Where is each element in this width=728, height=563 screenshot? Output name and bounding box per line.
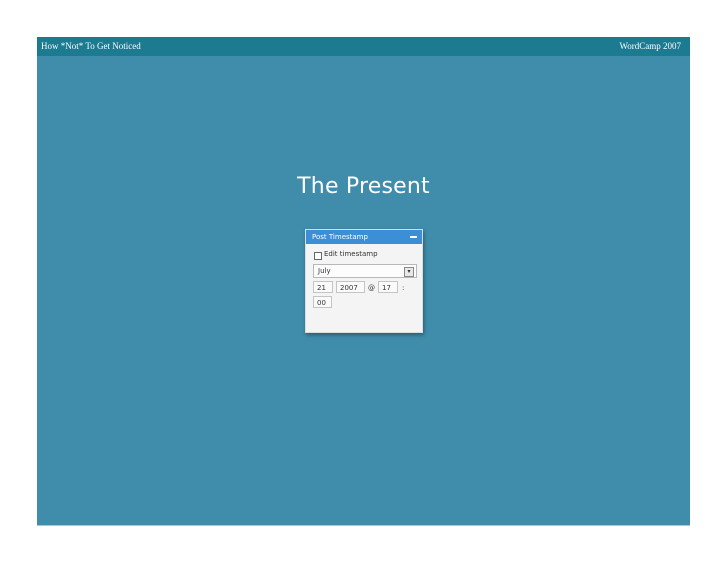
- event-name: WordCamp 2007: [619, 41, 681, 51]
- colon-separator: :: [402, 284, 405, 292]
- presentation-title: How *Not* To Get Noticed: [41, 41, 141, 51]
- slide: How *Not* To Get Noticed WordCamp 2007 T…: [37, 37, 690, 525]
- post-timestamp-widget: Post Timestamp Edit timestamp July ▾ 21 …: [305, 229, 423, 333]
- collapse-icon[interactable]: [410, 236, 417, 238]
- month-select-value: July: [318, 267, 331, 275]
- day-input[interactable]: 21: [313, 281, 333, 293]
- month-select[interactable]: July ▾: [313, 264, 417, 278]
- slide-header-bar: How *Not* To Get Noticed WordCamp 2007: [37, 37, 690, 56]
- edit-timestamp-label: Edit timestamp: [324, 250, 378, 258]
- edit-timestamp-checkbox[interactable]: [314, 252, 322, 260]
- chevron-down-icon[interactable]: ▾: [404, 267, 414, 277]
- slide-title: The Present: [297, 174, 430, 199]
- widget-title: Post Timestamp: [312, 233, 368, 241]
- minute-input[interactable]: 00: [313, 296, 332, 308]
- year-input[interactable]: 2007: [336, 281, 365, 293]
- widget-titlebar: Post Timestamp: [306, 230, 422, 244]
- at-separator: @: [368, 284, 375, 292]
- hour-input[interactable]: 17: [378, 281, 398, 293]
